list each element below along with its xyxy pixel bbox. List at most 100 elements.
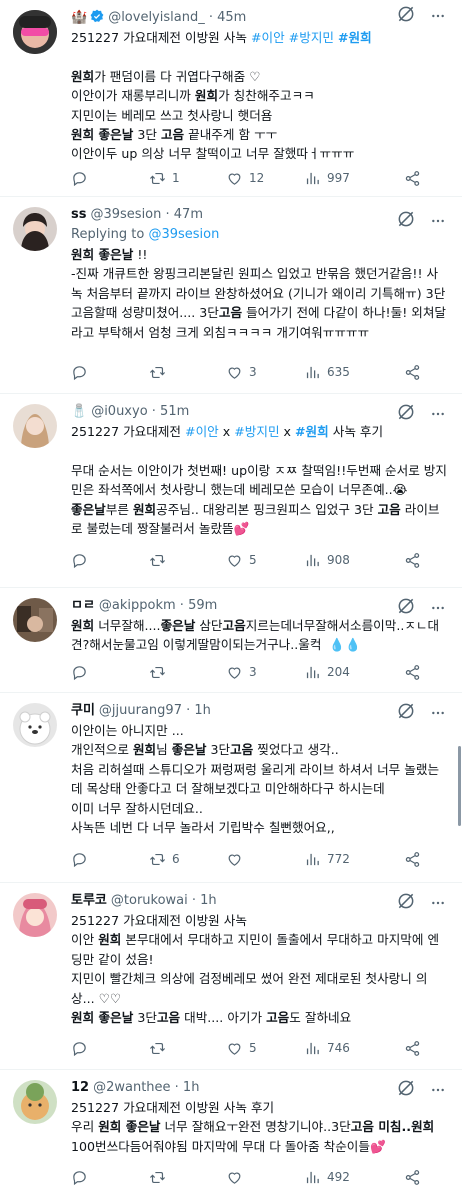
- scrollbar[interactable]: [458, 746, 461, 826]
- hashtag-link[interactable]: #방지민: [234, 424, 279, 439]
- text-segment: 상... ♡♡: [71, 990, 122, 1006]
- tweet[interactable]: 쿠미 @jjuurang97 · 1h 이안이는 아니지만 ... 개인적으로 원희…: [0, 693, 462, 883]
- like-button[interactable]: 3: [226, 664, 257, 681]
- avatar-image: [13, 404, 57, 448]
- avatar[interactable]: [13, 893, 57, 937]
- text-segment: 고음: [266, 1010, 290, 1026]
- replying-to-handle[interactable]: @39sesion: [148, 227, 219, 242]
- display-name[interactable]: ss: [71, 207, 86, 222]
- display-name[interactable]: 🧂: [71, 404, 87, 419]
- tweet-actions: 5 908: [71, 550, 446, 570]
- avatar[interactable]: [13, 10, 57, 54]
- share-button[interactable]: [404, 664, 421, 681]
- like-button[interactable]: 12: [226, 170, 264, 187]
- views-button[interactable]: 635: [304, 364, 350, 381]
- like-button[interactable]: 3: [226, 364, 257, 381]
- user-handle[interactable]: @jjuurang97 · 1h: [99, 703, 211, 718]
- text-segment: 본무대에서 무대하고 지민이 돌출에서 무대하고 마지막에 엔: [121, 932, 440, 948]
- share-button[interactable]: [404, 170, 421, 187]
- share-button[interactable]: [404, 1040, 421, 1057]
- grok-icon[interactable]: [396, 891, 416, 911]
- avatar-image: [13, 703, 57, 747]
- user-handle[interactable]: @torukowai · 1h: [111, 893, 217, 908]
- user-handle[interactable]: @i0uxyo · 51m: [91, 404, 189, 419]
- text-segment: 251227 가요대제전: [71, 424, 186, 439]
- reply-button[interactable]: [71, 1040, 94, 1057]
- tweet[interactable]: 12 @2wanthee · 1h 251227 가요대제전 이방원 사녹 후기 우…: [0, 1070, 462, 1199]
- user-handle[interactable]: @2wanthee · 1h: [93, 1080, 199, 1095]
- reply-button[interactable]: [71, 364, 94, 381]
- avatar[interactable]: [13, 404, 57, 448]
- analytics-icon: [306, 666, 319, 678]
- retweet-button[interactable]: [149, 1169, 172, 1186]
- views-button[interactable]: 492: [304, 1169, 350, 1186]
- text-segment: 3단: [206, 742, 231, 758]
- retweet-button[interactable]: 6: [149, 851, 180, 868]
- avatar[interactable]: [13, 207, 57, 251]
- grok-icon[interactable]: [396, 1078, 416, 1098]
- user-handle[interactable]: @lovelyisland_ · 45m: [108, 10, 246, 25]
- retweet-button[interactable]: [149, 552, 172, 569]
- tweet-text-line: 원희 너무잘해....좋은날 삼단고음지르는데너무잘해서소름이막..ㅈㄴ대: [71, 616, 450, 635]
- like-button[interactable]: [226, 1169, 249, 1186]
- retweet-button[interactable]: [149, 1040, 172, 1057]
- display-name[interactable]: 12: [71, 1080, 89, 1095]
- like-button[interactable]: [226, 851, 249, 868]
- tweet[interactable]: ㅁㄹ @akippokm · 59m 원희 너무잘해....좋은날 삼단고음지르는…: [0, 588, 462, 693]
- grok-icon[interactable]: [396, 402, 416, 422]
- retweet-button[interactable]: [149, 664, 172, 681]
- grok-icon[interactable]: [396, 4, 416, 24]
- like-button[interactable]: 5: [226, 552, 257, 569]
- reply-button[interactable]: [71, 170, 94, 187]
- views-button[interactable]: 908: [304, 552, 350, 569]
- share-button[interactable]: [404, 851, 421, 868]
- reply-button[interactable]: [71, 552, 94, 569]
- more-options-icon[interactable]: [430, 8, 446, 24]
- display-name[interactable]: 🏰: [71, 10, 87, 25]
- hashtag-link[interactable]: #이안 #방지민: [251, 30, 338, 45]
- grok-icon[interactable]: [396, 209, 416, 229]
- tweet[interactable]: ss @39sesion · 47m Replying to @39sesion …: [0, 197, 462, 394]
- hashtag-link[interactable]: #원희: [295, 424, 329, 439]
- retweet-button[interactable]: 1: [149, 170, 180, 187]
- like-button[interactable]: 5: [226, 1040, 257, 1057]
- hashtag-link[interactable]: #원희: [338, 30, 372, 45]
- display-name[interactable]: 쿠미: [71, 703, 95, 718]
- tweet-text: 원희 좋은날 !! -진짜 개큐트한 왕핑크리본달린 원피스 입었고 반묶음 했던…: [71, 245, 450, 342]
- more-options-icon[interactable]: [430, 895, 446, 911]
- more-options-icon[interactable]: [430, 406, 446, 422]
- reply-button[interactable]: [71, 664, 94, 681]
- more-options-icon[interactable]: [430, 600, 446, 616]
- tweet[interactable]: 토루코 @torukowai · 1h 251227 가요대제전 이방원 사녹 이안…: [0, 883, 462, 1070]
- more-options-icon[interactable]: [430, 213, 446, 229]
- views-button[interactable]: 204: [304, 664, 350, 681]
- share-button[interactable]: [404, 1169, 421, 1186]
- display-name[interactable]: ㅁㄹ: [71, 598, 95, 613]
- grok-icon[interactable]: [396, 596, 416, 616]
- text-segment: 고음: [160, 127, 185, 143]
- reply-icon: [73, 171, 86, 186]
- views-button[interactable]: 772: [304, 851, 350, 868]
- share-button[interactable]: [404, 552, 421, 569]
- more-options-icon[interactable]: [430, 705, 446, 721]
- avatar[interactable]: [13, 703, 57, 747]
- views-button[interactable]: 746: [304, 1040, 350, 1057]
- views-button[interactable]: 997: [304, 170, 350, 187]
- user-handle[interactable]: @39sesion · 47m: [90, 207, 203, 222]
- avatar[interactable]: [13, 1080, 57, 1124]
- display-name[interactable]: 토루코: [71, 893, 107, 908]
- hashtag-link[interactable]: #이안: [185, 424, 219, 439]
- retweet-button[interactable]: [149, 364, 172, 381]
- text-segment: x: [279, 424, 295, 439]
- reply-button[interactable]: [71, 1169, 94, 1186]
- tweet-text-line: 지민이는 베레모 쓰고 첫사랑니 햇더욤: [71, 106, 450, 125]
- tweet[interactable]: 🧂 @i0uxyo · 51m 251227 가요대제전 #이안 x #방지민 x…: [0, 394, 462, 588]
- user-handle[interactable]: @akippokm · 59m: [99, 598, 217, 613]
- grok-icon[interactable]: [396, 701, 416, 721]
- reply-button[interactable]: [71, 851, 94, 868]
- avatar[interactable]: [13, 598, 57, 642]
- text-segment: 사녹뜬 네번 다 너무 놀라서 기립박수 칠뻔했어요,,: [71, 820, 335, 836]
- tweet[interactable]: 🏰 @lovelyisland_ · 45m 251227 가요대제전 이방원 사…: [0, 0, 462, 197]
- more-options-icon[interactable]: [430, 1082, 446, 1098]
- share-button[interactable]: [404, 364, 421, 381]
